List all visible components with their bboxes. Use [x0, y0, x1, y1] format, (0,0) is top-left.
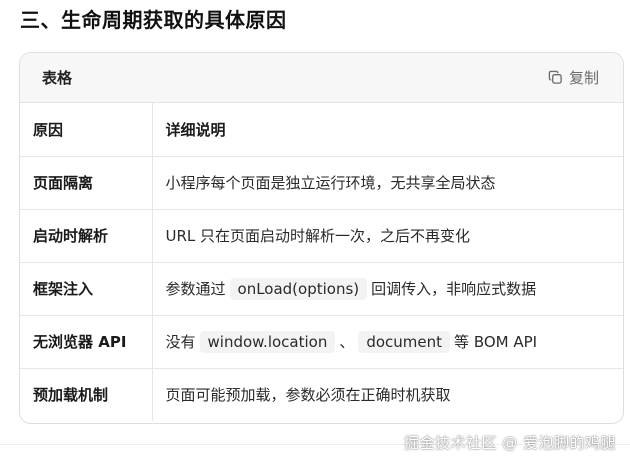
table-row: 页面隔离 小程序每个页面是独立运行环境，无共享全局状态 [20, 156, 623, 210]
reason-cell: 无浏览器 API [20, 315, 153, 369]
detail-cell: 参数通过 onLoad(options) 回调传入，非响应式数据 [152, 262, 623, 316]
detail-text: 回调传入，非响应式数据 [371, 279, 537, 298]
section-heading: 三、生命周期获取的具体原因 [20, 8, 287, 32]
card-header: 表格 复制 [20, 53, 623, 103]
column-header-detail: 详细说明 [152, 103, 623, 157]
copy-label: 复制 [568, 69, 599, 87]
detail-text: 、 [339, 332, 355, 351]
inline-code: window.location [199, 330, 336, 353]
copy-icon [548, 70, 563, 85]
reason-cell: 启动时解析 [20, 209, 153, 263]
detail-cell: 页面可能预加载，参数必须在正确时机获取 [165, 386, 451, 405]
table-card: 表格 复制 原因 详细说明 页面隔离 小程序每个页面是独立运行环境，无共享全局状… [19, 52, 624, 424]
table-row: 启动时解析 URL 只在页面启动时解析一次，之后不再变化 [20, 209, 623, 263]
reasons-table: 原因 详细说明 页面隔离 小程序每个页面是独立运行环境，无共享全局状态 启动时解… [20, 103, 623, 421]
card-title: 表格 [42, 69, 73, 87]
copy-button[interactable]: 复制 [548, 67, 599, 88]
column-header-reason: 原因 [20, 103, 153, 157]
detail-cell: 小程序每个页面是独立运行环境，无共享全局状态 [152, 156, 623, 210]
detail-cell: URL 只在页面启动时解析一次，之后不再变化 [152, 209, 623, 263]
page: 三、生命周期获取的具体原因 表格 复制 原因 详细说明 页面隔离 小程序每个页面… [0, 0, 630, 467]
reason-cell: 框架注入 [20, 262, 153, 316]
inline-code: document [358, 330, 451, 353]
table-row: 预加载机制 页面可能预加载，参数必须在正确时机获取 [20, 368, 623, 421]
detail-text: 没有 [165, 332, 196, 351]
watermark: 掘金技术社区 @ 爱泡脚的鸡腿 [403, 434, 616, 452]
table-row: 框架注入 参数通过 onLoad(options) 回调传入，非响应式数据 [20, 262, 623, 316]
reason-cell: 页面隔离 [20, 156, 153, 210]
detail-text: 参数通过 [165, 279, 226, 298]
detail-cell: 没有 window.location、 document 等 BOM API [152, 315, 623, 369]
inline-code: onLoad(options) [229, 277, 368, 300]
table-row: 无浏览器 API 没有 window.location、 document 等 BOM… [20, 315, 623, 369]
detail-text: 等 BOM API [454, 332, 538, 351]
table-header-row: 原因 详细说明 [20, 103, 623, 157]
reason-cell: 预加载机制 [20, 368, 153, 421]
